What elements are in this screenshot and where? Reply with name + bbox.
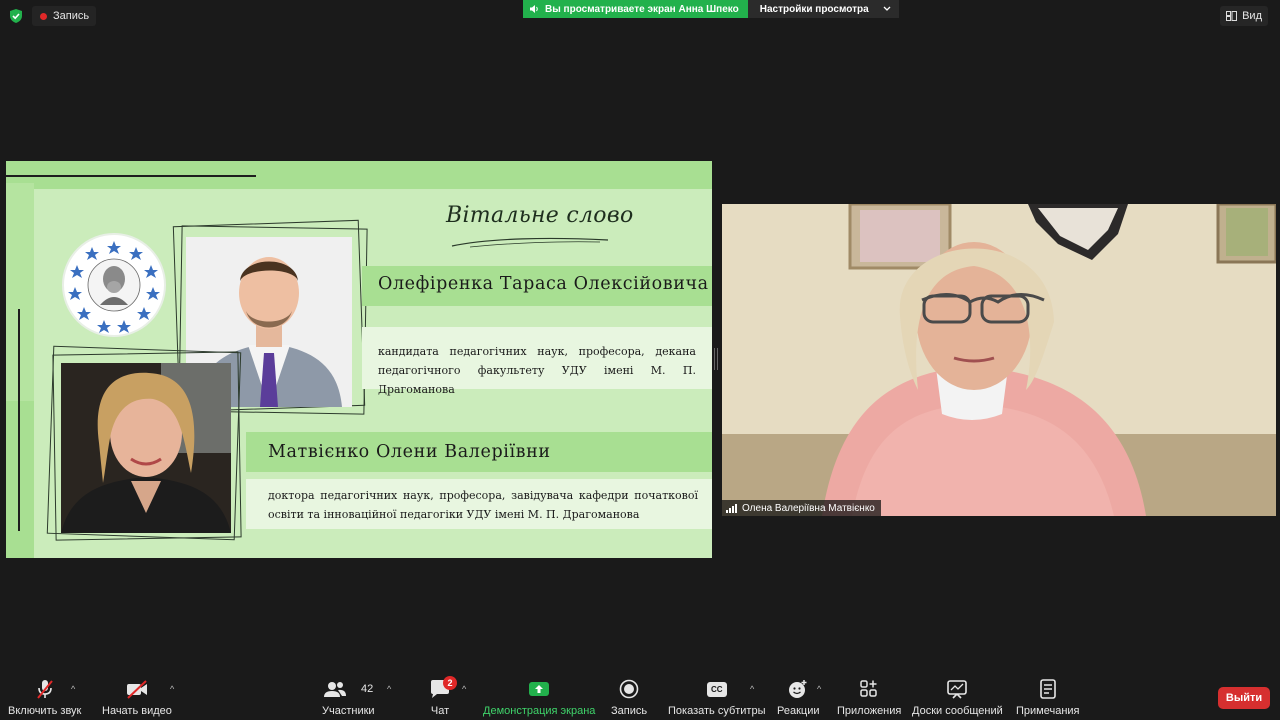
captions-label: Показать субтитры: [668, 705, 766, 717]
apps-icon: [860, 680, 877, 697]
camera-off-icon: [126, 680, 147, 699]
logo-emblem: [68, 241, 160, 333]
top-bar: Запись Вы просматриваете экран Анна Шпек…: [0, 0, 1280, 34]
chevron-down-icon: [883, 6, 891, 11]
participant-video[interactable]: [722, 204, 1276, 516]
participants-label: Участники: [322, 705, 375, 717]
whiteboard-icon: [947, 680, 968, 699]
apps-label: Приложения: [837, 705, 902, 717]
closed-captions-icon: CC: [706, 681, 727, 697]
signal-strength-icon: [726, 503, 737, 513]
reactions-options-chevron-icon[interactable]: ^: [817, 684, 821, 694]
chat-label: Чат: [430, 705, 450, 717]
start-video-label: Начать видео: [102, 705, 172, 717]
record-icon: [619, 679, 639, 699]
view-button-label: Вид: [1242, 10, 1262, 22]
notes-label: Примечания: [1016, 705, 1080, 717]
record-label: Запись: [611, 705, 648, 717]
view-button[interactable]: Вид: [1220, 6, 1268, 26]
chat-button[interactable]: 2 Чат: [429, 676, 457, 717]
view-settings-dropdown[interactable]: Настройки просмотра: [747, 0, 899, 18]
unmute-label: Включить звук: [8, 705, 82, 717]
person1-name: Олефіренка Тараса Олексійовича: [378, 274, 709, 294]
split-view-divider[interactable]: [714, 348, 718, 370]
audio-options-chevron-icon[interactable]: ^: [71, 684, 75, 694]
grid-view-icon: [1226, 11, 1238, 21]
person2-description: доктора педагогічних наук, професора, за…: [268, 489, 698, 521]
screen-share-banner: Вы просматриваете экран Анна Шпеко Настр…: [523, 0, 899, 18]
chat-options-chevron-icon[interactable]: ^: [462, 684, 466, 694]
recording-label: Запись: [53, 10, 90, 22]
notes-button[interactable]: Примечания: [1016, 678, 1080, 717]
slide-decor-line: [18, 309, 20, 531]
chat-unread-badge: 2: [443, 676, 457, 690]
university-logo: [62, 233, 166, 337]
microphone-muted-icon: [36, 680, 53, 699]
share-screen-icon: [529, 682, 550, 696]
record-dot-icon: [40, 12, 47, 20]
slide-title: Вітальне слово: [446, 203, 634, 228]
participant-video-frame: [722, 204, 1276, 516]
slide-decor-line: [6, 175, 256, 177]
photo-matviienko: [61, 363, 231, 533]
recording-indicator[interactable]: Запись: [32, 6, 97, 26]
participants-icon: [324, 682, 347, 697]
person1-description: кандидата педагогічних наук, професора, …: [378, 345, 696, 396]
captions-options-chevron-icon[interactable]: ^: [750, 684, 754, 694]
video-options-chevron-icon[interactable]: ^: [170, 684, 174, 694]
slide-decor-block: [6, 183, 34, 401]
notes-icon: [1039, 679, 1056, 699]
reactions-button[interactable]: Реакции: [777, 678, 820, 717]
speaker-icon: [530, 5, 538, 13]
participants-count: 42: [361, 683, 374, 695]
reactions-label: Реакции: [777, 705, 820, 717]
share-banner-text: Вы просматриваете экран Анна Шпеко: [545, 3, 739, 15]
participants-options-chevron-icon[interactable]: ^: [387, 684, 391, 694]
meeting-toolbar: Включить звук ^ Начать видео ^ Участники…: [0, 672, 1280, 720]
leave-meeting-button[interactable]: Выйти: [1218, 687, 1270, 709]
whiteboards-label: Доски сообщений: [912, 705, 1003, 717]
whiteboards-button[interactable]: Доски сообщений: [912, 678, 1003, 717]
shield-check-icon[interactable]: [8, 8, 24, 24]
shared-screen-slide: Вітальне слово Олефіренка Тараса Олексій…: [6, 161, 712, 558]
emoji-add-icon: [789, 680, 807, 698]
participant-name-label: Олена Валеріївна Матвієнко: [722, 500, 881, 516]
view-settings-label: Настройки просмотра: [759, 3, 869, 15]
start-video-button[interactable]: Начать видео: [102, 678, 172, 717]
record-button[interactable]: Запись: [611, 678, 647, 717]
person2-name: Матвієнко Олени Валеріївни: [268, 442, 551, 462]
share-notice: Вы просматриваете экран Анна Шпеко: [523, 0, 748, 18]
participant-name: Олена Валеріївна Матвієнко: [742, 502, 875, 514]
share-screen-button[interactable]: Демонстрация экрана: [483, 678, 595, 717]
title-flourish: [451, 237, 609, 248]
share-screen-label: Демонстрация экрана: [483, 705, 596, 717]
apps-button[interactable]: Приложения: [837, 678, 901, 717]
